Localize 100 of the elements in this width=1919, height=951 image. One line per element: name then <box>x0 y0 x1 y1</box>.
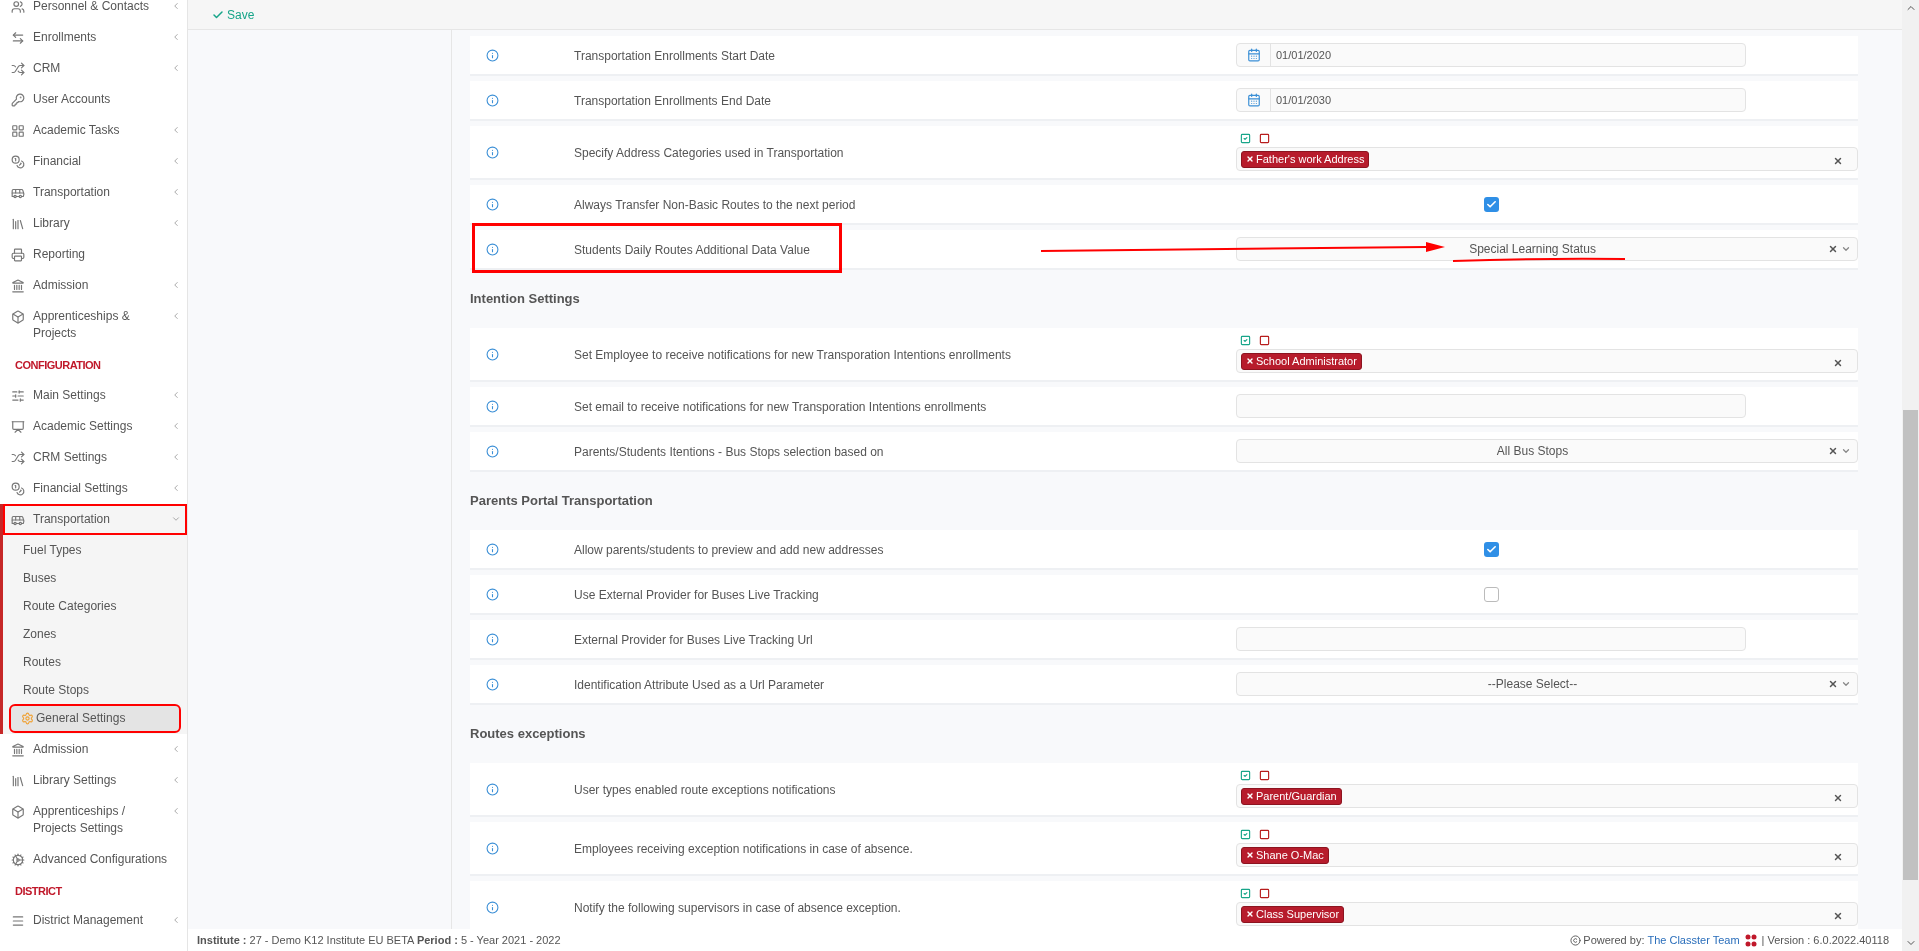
clear-icon[interactable] <box>1833 358 1843 368</box>
select-all-icon[interactable] <box>1240 770 1251 781</box>
multiselect-field[interactable]: Class Supervisor <box>1236 902 1858 926</box>
info-icon[interactable] <box>486 197 499 211</box>
select-field[interactable]: All Bus Stops <box>1236 439 1858 463</box>
info-icon[interactable] <box>486 841 499 855</box>
sidebar-item[interactable]: Academic Settings <box>3 410 187 442</box>
checkbox[interactable] <box>1483 541 1499 557</box>
scrollbar-thumb[interactable] <box>1903 410 1918 880</box>
caret-icon <box>1841 446 1851 456</box>
info-icon[interactable] <box>486 542 499 556</box>
input-field[interactable] <box>1236 394 1746 418</box>
remove-icon[interactable] <box>1246 792 1254 800</box>
checkbox[interactable] <box>1483 586 1499 602</box>
clear-icon[interactable] <box>1833 156 1843 166</box>
deselect-icon[interactable] <box>1259 770 1270 781</box>
sidebar-item[interactable]: Transportation <box>3 177 187 208</box>
select-all-icon[interactable] <box>1240 133 1251 144</box>
multiselect-field[interactable]: Father's work Address <box>1236 147 1858 171</box>
sidebar-item[interactable]: Financial <box>3 146 187 177</box>
tag-chip[interactable]: Class Supervisor <box>1241 905 1345 923</box>
info-icon[interactable] <box>486 347 499 361</box>
info-icon[interactable] <box>486 782 499 796</box>
submenu-item[interactable]: Route Categories <box>11 593 179 619</box>
select-all-icon[interactable] <box>1240 335 1251 346</box>
remove-icon[interactable] <box>1246 155 1254 163</box>
sidebar-item[interactable]: Personnel & Contacts <box>3 0 187 22</box>
team-link[interactable]: The Classter Team <box>1647 931 1740 949</box>
sidebar-item[interactable]: Admission <box>3 733 187 765</box>
sidebar-item[interactable]: Academic Tasks <box>3 115 187 146</box>
remove-icon[interactable] <box>1246 910 1254 918</box>
multiselect-field[interactable]: Shane O-Mac <box>1236 843 1858 867</box>
sidebar-item[interactable]: Apprenticeships & Projects <box>3 301 187 349</box>
tag-chip[interactable]: School Administrator <box>1241 352 1362 370</box>
sidebar-item[interactable]: Library Settings <box>3 764 187 796</box>
sidebar-item[interactable]: District Management <box>3 905 187 936</box>
clear-icon[interactable] <box>1833 793 1843 803</box>
sidebar-item[interactable]: User Accounts <box>3 84 187 115</box>
clear-icon[interactable] <box>1828 244 1838 254</box>
date-field[interactable]: 01/01/2020 <box>1236 43 1746 67</box>
clear-icon[interactable] <box>1833 852 1843 862</box>
check-icon <box>1485 543 1497 555</box>
info-icon[interactable] <box>486 677 499 691</box>
info-icon[interactable] <box>486 48 499 62</box>
setting-label: Use External Provider for Buses Live Tracking <box>574 588 819 602</box>
sidebar-item[interactable]: CRM Settings <box>3 441 187 473</box>
submenu-item[interactable]: Zones <box>11 621 179 647</box>
info-icon[interactable] <box>486 587 499 601</box>
date-field[interactable]: 01/01/2030 <box>1236 88 1746 112</box>
checkbox[interactable] <box>1483 196 1499 212</box>
clear-icon[interactable] <box>1828 679 1838 689</box>
submenu-item[interactable]: Routes <box>11 649 179 675</box>
multiselect-field[interactable]: School Administrator <box>1236 349 1858 373</box>
sidebar-item[interactable]: Reporting <box>3 239 187 270</box>
clear-icon[interactable] <box>1828 446 1838 456</box>
submenu-item[interactable]: Fuel Types <box>11 537 179 563</box>
multiselect-field[interactable]: Parent/Guardian <box>1236 784 1858 808</box>
setting-label: Transportation Enrollments End Date <box>574 94 771 108</box>
remove-icon[interactable] <box>1246 851 1254 859</box>
submenu-item[interactable]: General Settings <box>11 705 179 731</box>
deselect-icon[interactable] <box>1259 133 1270 144</box>
select-field[interactable]: --Please Select-- <box>1236 672 1858 696</box>
input-field[interactable] <box>1236 627 1746 651</box>
setting-label: Set email to receive notifications for new Transporation Intentions enrollments <box>574 400 987 414</box>
submenu-item[interactable]: Buses <box>11 565 179 591</box>
info-icon[interactable] <box>486 399 499 413</box>
sidebar-item[interactable]: Main Settings <box>3 379 187 411</box>
info-icon[interactable] <box>486 242 499 256</box>
deselect-icon[interactable] <box>1259 335 1270 346</box>
remove-icon[interactable] <box>1246 357 1254 365</box>
section-title: DISTRICT <box>14 883 63 899</box>
submenu-item[interactable]: Route Stops <box>11 677 179 703</box>
sidebar-item[interactable]: CRM <box>3 53 187 84</box>
sidebar-item[interactable]: Enrollments <box>3 22 187 53</box>
sidebar-item[interactable]: Admission <box>3 270 187 301</box>
sidebar-item[interactable]: Apprenticeships / Projects Settings <box>3 795 187 844</box>
info-icon[interactable] <box>486 444 499 458</box>
chevron-icon <box>171 218 181 228</box>
info-icon[interactable] <box>486 93 499 107</box>
deselect-icon[interactable] <box>1259 829 1270 840</box>
tag-chip[interactable]: Parent/Guardian <box>1241 787 1342 805</box>
scrollbar[interactable] <box>1902 0 1919 951</box>
sidebar-item[interactable]: Library <box>3 208 187 239</box>
select-all-icon[interactable] <box>1240 888 1251 899</box>
info-icon[interactable] <box>486 900 499 914</box>
shuffle-icon <box>11 62 25 76</box>
sidebar-item[interactable]: Advanced Configurations <box>3 843 187 875</box>
clear-icon[interactable] <box>1833 911 1843 921</box>
chevron-icon <box>171 389 181 400</box>
select-field[interactable]: Special Learning Status <box>1236 237 1858 261</box>
select-all-icon[interactable] <box>1240 829 1251 840</box>
setting-label: Set Employee to receive notifications for new Transporation Intentions enrollments <box>574 348 1011 362</box>
sidebar-item[interactable]: Financial Settings <box>3 472 187 504</box>
sidebar-item[interactable]: Transportation <box>3 503 187 535</box>
tag-chip[interactable]: Shane O-Mac <box>1241 846 1329 864</box>
deselect-icon[interactable] <box>1259 888 1270 899</box>
tag-chip[interactable]: Father's work Address <box>1241 150 1370 168</box>
chevron-icon <box>171 805 181 816</box>
info-icon[interactable] <box>486 632 499 646</box>
info-icon[interactable] <box>486 145 499 159</box>
